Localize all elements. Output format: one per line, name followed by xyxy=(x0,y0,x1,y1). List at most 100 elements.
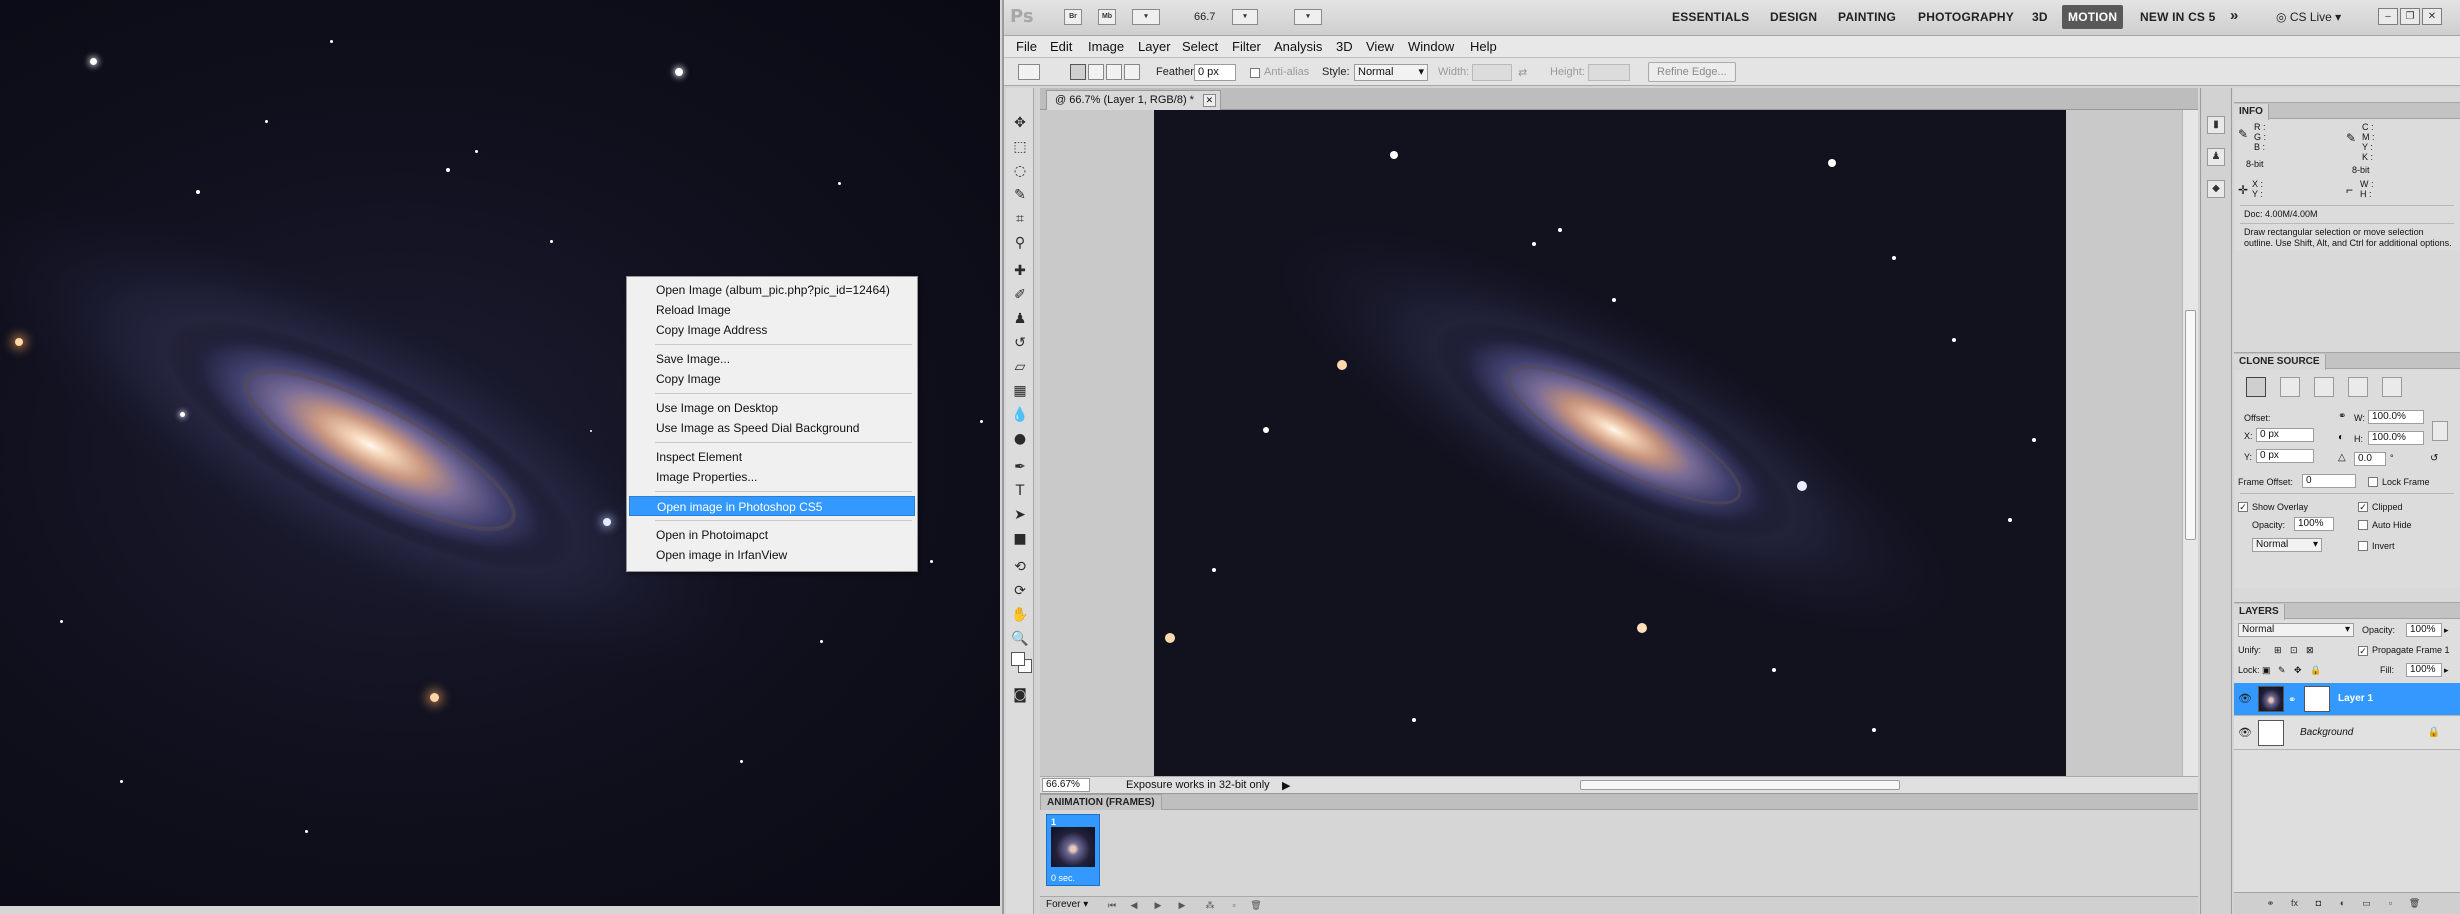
lock-image-icon[interactable]: ✎ xyxy=(2278,665,2286,676)
lock-all-icon[interactable]: 🔒 xyxy=(2310,665,2321,676)
blur-tool-icon[interactable]: 💧 xyxy=(1011,406,1029,424)
history-brush-tool-icon[interactable]: ↺ xyxy=(1011,334,1029,352)
new-group-icon[interactable]: ▭ xyxy=(2360,897,2373,910)
gradient-tool-icon[interactable]: ▦ xyxy=(1011,382,1029,400)
lock-offset-icon[interactable] xyxy=(2432,421,2448,441)
ctx-open-in-photoshop[interactable]: Open image in Photoshop CS5 xyxy=(629,496,915,516)
lock-transparent-icon[interactable]: ▣ xyxy=(2262,665,2271,676)
chevron-right-icon[interactable]: ▸ xyxy=(2444,665,2449,676)
new-frame-icon[interactable]: ▫ xyxy=(1228,900,1240,911)
close-button[interactable]: ✕ xyxy=(2422,8,2442,25)
ctx-inspect-element[interactable]: Inspect Element xyxy=(629,447,915,467)
menu-edit[interactable]: Edit xyxy=(1050,39,1072,54)
subtract-from-selection-icon[interactable] xyxy=(1106,64,1122,80)
intersect-selection-icon[interactable] xyxy=(1124,64,1140,80)
layers-icon[interactable]: ◆ xyxy=(2207,180,2225,198)
status-menu-arrow-icon[interactable]: ▶ xyxy=(1282,779,1290,792)
eraser-tool-icon[interactable]: ▱ xyxy=(1011,358,1029,376)
next-frame-icon[interactable]: ▶ xyxy=(1176,900,1188,911)
histogram-icon[interactable]: ▮ xyxy=(2207,116,2225,134)
flip-icon[interactable]: ◐ xyxy=(2338,432,2344,443)
offset-y-input[interactable]: 0 px xyxy=(2256,449,2314,463)
scale-w-input[interactable]: 100.0% xyxy=(2368,410,2424,424)
animation-frame[interactable]: 1 0 sec. xyxy=(1046,814,1100,886)
zoom-tool-icon[interactable]: 🔍 xyxy=(1011,630,1029,648)
auto-hide-checkbox[interactable] xyxy=(2358,520,2368,530)
menu-file[interactable]: File xyxy=(1016,39,1037,54)
horizontal-scroll-thumb[interactable] xyxy=(1580,780,1900,790)
anti-alias-checkbox[interactable] xyxy=(1250,68,1260,78)
layer-blend-mode-select[interactable]: Normal ▾ xyxy=(2238,623,2354,637)
eye-icon[interactable]: 👁 xyxy=(2237,726,2253,740)
lock-position-icon[interactable]: ✥ xyxy=(2294,665,2302,676)
workspace-more-button[interactable]: » xyxy=(2230,7,2239,24)
workspace-motion[interactable]: MOTION xyxy=(2062,5,2124,29)
quick-selection-tool-icon[interactable]: ✎ xyxy=(1011,186,1029,204)
unify-style-icon[interactable]: ⊠ xyxy=(2306,645,2314,656)
workspace-essentials[interactable]: ESSENTIALS xyxy=(1672,10,1749,24)
ctx-save-image[interactable]: Save Image... xyxy=(629,349,915,369)
frame-delay[interactable]: 0 sec. xyxy=(1051,873,1075,883)
screen-mode-button[interactable]: ▾ xyxy=(1294,9,1322,25)
menu-image[interactable]: Image xyxy=(1088,39,1124,54)
brush-tool-icon[interactable]: ✐ xyxy=(1011,286,1029,304)
layer-row-layer-1[interactable]: 👁 ⚭ Layer 1 xyxy=(2234,683,2460,716)
workspace-3d[interactable]: 3D xyxy=(2032,10,2048,24)
view-extras-button[interactable]: ▾ xyxy=(1132,9,1160,25)
clone-source-3-icon[interactable] xyxy=(2314,377,2334,397)
tween-icon[interactable]: ⁂ xyxy=(1204,900,1216,911)
cs-live-button[interactable]: ◎ CS Live ▾ xyxy=(2276,10,2341,24)
tool-preset-picker[interactable] xyxy=(1018,64,1040,80)
fill-input[interactable]: 100% xyxy=(2406,663,2442,677)
menu-help[interactable]: Help xyxy=(1470,39,1497,54)
layer-mask-thumbnail[interactable] xyxy=(2304,686,2330,712)
color-swatches[interactable] xyxy=(1011,652,1033,674)
workspace-photography[interactable]: PHOTOGRAPHY xyxy=(1918,10,2014,24)
workspace-new-in-cs5[interactable]: NEW IN CS 5 xyxy=(2140,10,2216,24)
clone-stamp-tool-icon[interactable]: ♟ xyxy=(1011,310,1029,328)
frame-offset-input[interactable]: 0 xyxy=(2302,474,2356,488)
play-icon[interactable]: ▶ xyxy=(1152,900,1164,911)
animation-panel-title[interactable]: ANIMATION (FRAMES) xyxy=(1040,794,1162,810)
workspace-design[interactable]: DESIGN xyxy=(1770,10,1817,24)
unify-position-icon[interactable]: ⊞ xyxy=(2274,645,2282,656)
ctx-image-properties[interactable]: Image Properties... xyxy=(629,467,915,487)
overlay-blend-select[interactable]: Normal ▾ xyxy=(2252,538,2322,552)
height-input[interactable] xyxy=(1588,64,1630,81)
loop-select[interactable]: Forever ▾ xyxy=(1046,899,1088,910)
ctx-speed-dial-background[interactable]: Use Image as Speed Dial Background xyxy=(629,418,915,438)
3d-orbit-tool-icon[interactable]: ⟳ xyxy=(1011,582,1029,600)
eyedropper-tool-icon[interactable]: ⚲ xyxy=(1011,234,1029,252)
previous-frame-icon[interactable]: ◀ xyxy=(1128,900,1140,911)
link-icon[interactable]: ⚭ xyxy=(2338,411,2346,422)
overlay-opacity-input[interactable]: 100% xyxy=(2294,517,2334,531)
clone-panel-title[interactable]: CLONE SOURCE xyxy=(2234,354,2326,370)
minimize-button[interactable]: – xyxy=(2378,8,2398,25)
crop-tool-icon[interactable]: ⌗ xyxy=(1011,210,1029,228)
swap-icon[interactable]: ⇄ xyxy=(1518,66,1527,79)
lasso-tool-icon[interactable]: ◌ xyxy=(1011,162,1029,180)
healing-brush-tool-icon[interactable]: ✚ xyxy=(1011,262,1029,280)
add-to-selection-icon[interactable] xyxy=(1088,64,1104,80)
restore-button[interactable]: ❐ xyxy=(2400,8,2420,25)
style-select[interactable]: Normal ▾ xyxy=(1354,64,1428,81)
bridge-button[interactable]: Br xyxy=(1064,9,1082,25)
clone-source-icon[interactable]: ♟ xyxy=(2207,148,2225,166)
menu-view[interactable]: View xyxy=(1366,39,1394,54)
add-mask-icon[interactable]: ◘ xyxy=(2312,897,2325,910)
ctx-use-image-on-desktop[interactable]: Use Image on Desktop xyxy=(629,398,915,418)
ctx-reload-image[interactable]: Reload Image xyxy=(629,300,915,320)
layer-opacity-input[interactable]: 100% xyxy=(2406,623,2442,637)
unify-visibility-icon[interactable]: ⊡ xyxy=(2290,645,2298,656)
dodge-tool-icon[interactable]: ● xyxy=(1011,430,1029,448)
new-selection-icon[interactable] xyxy=(1070,64,1086,80)
menu-window[interactable]: Window xyxy=(1408,39,1454,54)
mini-bridge-button[interactable]: Mb xyxy=(1098,9,1116,25)
link-layers-icon[interactable]: ⚭ xyxy=(2264,897,2277,910)
clipped-checkbox[interactable]: ✓ xyxy=(2358,502,2368,512)
menu-3d[interactable]: 3D xyxy=(1336,39,1353,54)
layer-row-background[interactable]: 👁 Background 🔒 xyxy=(2234,717,2460,750)
pen-tool-icon[interactable]: ✒ xyxy=(1011,458,1029,476)
clone-source-4-icon[interactable] xyxy=(2348,377,2368,397)
quick-mask-icon[interactable]: ◙ xyxy=(1011,686,1029,704)
